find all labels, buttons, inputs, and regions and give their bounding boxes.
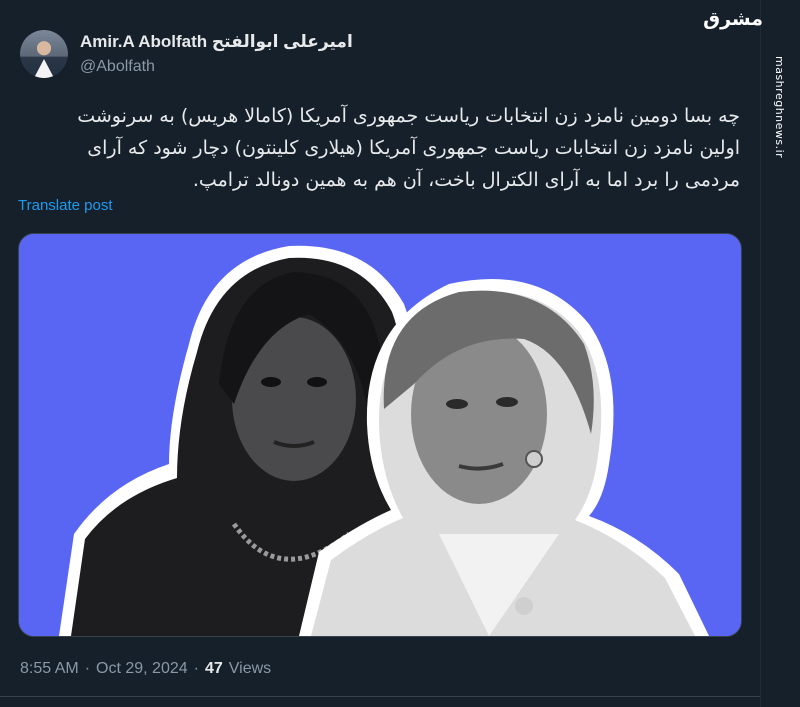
tweet-card: Amir.A Abolfath امیرعلی ابوالفتح @Abolfa… [0, 0, 760, 707]
meta-separator: · [193, 660, 199, 677]
tweet-text-line: چه بسا دومین نامزد زن انتخابات ریاست جمه… [77, 105, 740, 127]
author-avatar[interactable] [20, 30, 68, 78]
views-label: Views [228, 660, 272, 677]
translate-post-link[interactable]: Translate post [18, 197, 113, 214]
tweet-text: چه بسا دومین نامزد زن انتخابات ریاست جمه… [20, 100, 740, 196]
bottom-divider [0, 696, 760, 697]
author-handle[interactable]: @Abolfath [80, 58, 155, 76]
author-name-row[interactable]: Amir.A Abolfath امیرعلی ابوالفتح [80, 32, 353, 52]
tweet-text-line: مردمی را برد اما به آرای الکترال باخت، آ… [192, 169, 740, 191]
views-count: 47 [204, 660, 223, 677]
meta-separator: · [84, 660, 91, 677]
watermark-logo: مشرق [703, 8, 763, 30]
tweet-media-image[interactable] [18, 233, 742, 637]
portrait-illustration [19, 234, 741, 636]
tweet-text-line: اولین نامزد زن انتخابات ریاست جمهوری آمر… [87, 137, 740, 159]
watermark-site: mashreghnews.ir [773, 56, 786, 159]
tweet-meta: 8:55 AM · Oct 29, 2024 · 47 Views [20, 660, 271, 678]
tweet-date[interactable]: Oct 29, 2024 [96, 660, 188, 678]
tweet-time[interactable]: 8:55 AM [20, 660, 79, 678]
author-display-name[interactable]: Amir.A Abolfath امیرعلی ابوالفتح [80, 32, 353, 52]
